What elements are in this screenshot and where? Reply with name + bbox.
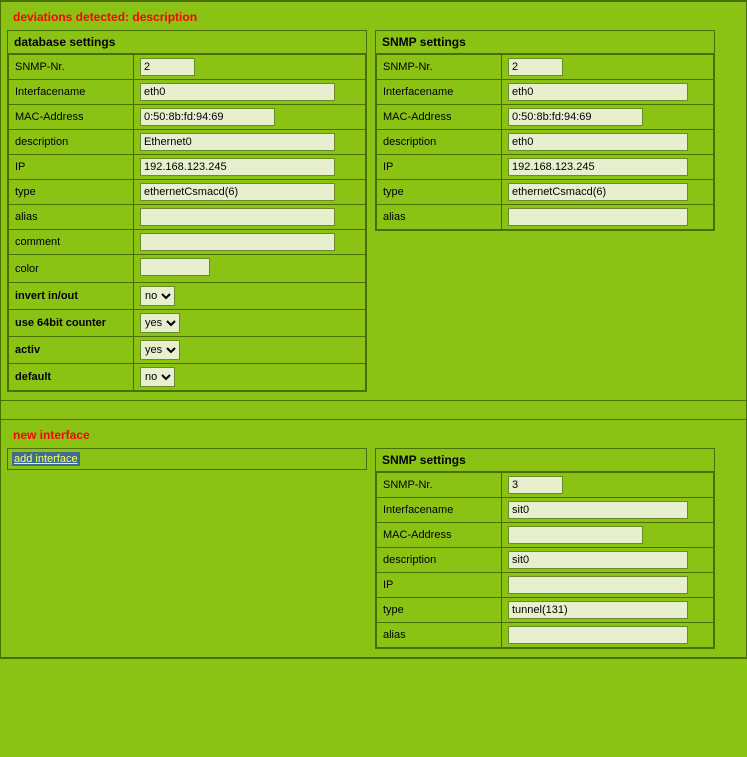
snmp2-heading: SNMP settings (376, 449, 714, 472)
new-interface-title: new interface (13, 428, 740, 442)
db-use64-select[interactable]: yes (140, 313, 180, 333)
db-type-label: type (9, 180, 134, 205)
snmp1-ifname-input[interactable] (508, 83, 688, 101)
snmp2-snmpnr-input[interactable] (508, 476, 563, 494)
snmp2-alias-label: alias (377, 623, 502, 648)
db-ifname-label: Interfacename (9, 80, 134, 105)
db-color-input[interactable] (140, 258, 210, 276)
snmp1-table: SNMP-Nr. Interfacename MAC-Address descr… (376, 54, 714, 230)
snmp2-mac-input[interactable] (508, 526, 643, 544)
snmp1-mac-input[interactable] (508, 108, 643, 126)
db-snmpnr-label: SNMP-Nr. (9, 55, 134, 80)
page: deviations detected: description databas… (0, 0, 747, 659)
db-comment-label: comment (9, 230, 134, 255)
db-type-input[interactable] (140, 183, 335, 201)
snmp2-type-input[interactable] (508, 601, 688, 619)
new-interface-panel: new interface add interface SNMP setting… (0, 419, 747, 658)
db-activ-select[interactable]: yes (140, 340, 180, 360)
snmp1-heading: SNMP settings (376, 31, 714, 54)
db-color-label: color (9, 255, 134, 283)
snmp2-alias-input[interactable] (508, 626, 688, 644)
snmp1-ip-label: IP (377, 155, 502, 180)
snmp2-snmpnr-label: SNMP-Nr. (377, 473, 502, 498)
db-default-label: default (9, 364, 134, 391)
section2-columns: add interface SNMP settings SNMP-Nr. Int… (7, 448, 740, 649)
database-settings-heading: database settings (8, 31, 366, 54)
db-desc-label: description (9, 130, 134, 155)
db-snmpnr-input[interactable] (140, 58, 195, 76)
snmp2-mac-label: MAC-Address (377, 523, 502, 548)
db-ifname-input[interactable] (140, 83, 335, 101)
db-activ-label: activ (9, 337, 134, 364)
db-mac-label: MAC-Address (9, 105, 134, 130)
database-settings-table: SNMP-Nr. Interfacename MAC-Address descr… (8, 54, 366, 391)
add-interface-link[interactable]: add interface (12, 452, 80, 466)
snmp1-alias-input[interactable] (508, 208, 688, 226)
snmp1-ip-input[interactable] (508, 158, 688, 176)
db-desc-input[interactable] (140, 133, 335, 151)
db-default-select[interactable]: no (140, 367, 175, 387)
snmp2-desc-input[interactable] (508, 551, 688, 569)
snmp1-desc-label: description (377, 130, 502, 155)
db-mac-input[interactable] (140, 108, 275, 126)
db-comment-input[interactable] (140, 233, 335, 251)
snmp1-snmpnr-input[interactable] (508, 58, 563, 76)
deviations-title: deviations detected: description (13, 10, 740, 24)
snmp2-ip-input[interactable] (508, 576, 688, 594)
snmp2-ifname-input[interactable] (508, 501, 688, 519)
db-invert-select[interactable]: no (140, 286, 175, 306)
db-ip-label: IP (9, 155, 134, 180)
snmp2-desc-label: description (377, 548, 502, 573)
add-interface-box: add interface (7, 448, 367, 470)
section1-columns: database settings SNMP-Nr. Interfacename… (7, 30, 740, 392)
snmp2-ifname-label: Interfacename (377, 498, 502, 523)
snmp1-snmpnr-label: SNMP-Nr. (377, 55, 502, 80)
snmp1-desc-input[interactable] (508, 133, 688, 151)
snmp1-type-input[interactable] (508, 183, 688, 201)
snmp-settings-box-2: SNMP settings SNMP-Nr. Interfacename MAC… (375, 448, 715, 649)
divider-bottom (0, 658, 747, 659)
db-alias-label: alias (9, 205, 134, 230)
snmp1-alias-label: alias (377, 205, 502, 230)
db-invert-label: invert in/out (9, 283, 134, 310)
snmp-settings-box-1: SNMP settings SNMP-Nr. Interfacename MAC… (375, 30, 715, 231)
database-settings-box: database settings SNMP-Nr. Interfacename… (7, 30, 367, 392)
db-alias-input[interactable] (140, 208, 335, 226)
snmp1-ifname-label: Interfacename (377, 80, 502, 105)
snmp1-mac-label: MAC-Address (377, 105, 502, 130)
db-use64-label: use 64bit counter (9, 310, 134, 337)
db-ip-input[interactable] (140, 158, 335, 176)
deviations-panel: deviations detected: description databas… (0, 1, 747, 401)
snmp1-type-label: type (377, 180, 502, 205)
snmp2-ip-label: IP (377, 573, 502, 598)
snmp2-table: SNMP-Nr. Interfacename MAC-Address descr… (376, 472, 714, 648)
between-spacer (0, 401, 747, 419)
snmp2-type-label: type (377, 598, 502, 623)
